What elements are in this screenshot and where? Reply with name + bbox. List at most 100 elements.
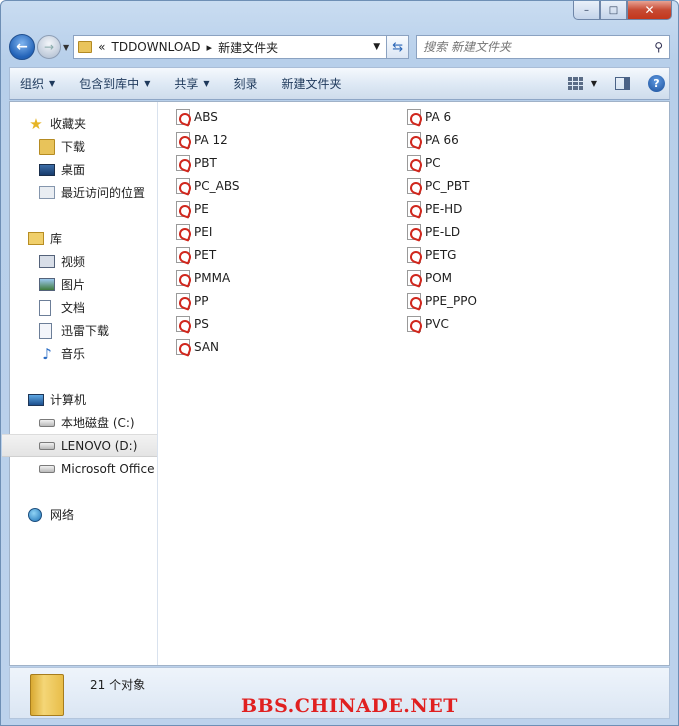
nav-item-downloads[interactable]: 下载 <box>10 135 157 158</box>
search-box[interactable]: ⚲ <box>416 35 670 59</box>
nav-item-microsoft-office[interactable]: Microsoft Office <box>10 457 157 480</box>
file-name: POM <box>425 271 453 285</box>
pdf-file-icon <box>407 293 421 309</box>
file-name: PMMA <box>194 271 231 285</box>
file-item[interactable]: PS <box>176 314 209 334</box>
file-item[interactable]: ABS <box>176 107 218 127</box>
item-count: 21 个对象 <box>90 678 146 692</box>
nav-group-libraries[interactable]: 库 <box>10 227 157 250</box>
organize-button[interactable]: 组织 ▼ <box>20 75 55 92</box>
file-item[interactable]: PMMA <box>176 268 230 288</box>
view-dropdown-icon[interactable]: ▼ <box>591 79 597 88</box>
file-item[interactable]: PEI <box>176 222 212 242</box>
refresh-button[interactable]: ⇆ <box>387 35 410 59</box>
nav-group-label: 网络 <box>50 508 75 522</box>
library-icon <box>28 232 44 245</box>
window-controls: – □ ✕ <box>573 1 672 20</box>
file-name: PC <box>425 156 441 170</box>
file-item[interactable]: PP <box>176 291 208 311</box>
back-button[interactable]: ← <box>9 34 35 60</box>
file-name: PE-HD <box>425 202 463 216</box>
navigation-bar: ← → ▼ « TDDOWNLOAD ▸ 新建文件夹 ▼ ⇆ ⚲ <box>9 31 670 63</box>
nav-group-computer[interactable]: 计算机 <box>10 388 157 411</box>
nav-item-pictures[interactable]: 图片 <box>10 273 157 296</box>
navigation-pane[interactable]: ★ 收藏夹 下载 桌面 最近访问的位置 库 视频 图片 文档 迅雷下载 ♪ 音乐 计… <box>2 102 158 665</box>
file-item[interactable]: PC_PBT <box>407 176 469 196</box>
file-name: PE-LD <box>425 225 461 239</box>
file-name: PETG <box>425 248 457 262</box>
minimize-button[interactable]: – <box>573 1 600 20</box>
search-icon[interactable]: ⚲ <box>654 40 663 54</box>
close-button[interactable]: ✕ <box>627 1 672 20</box>
file-item[interactable]: PPE_PPO <box>407 291 477 311</box>
file-item[interactable]: PETG <box>407 245 456 265</box>
address-dropdown-icon[interactable]: ▼ <box>373 42 380 52</box>
file-item[interactable]: PE-LD <box>407 222 460 242</box>
command-bar: 组织 ▼ 包含到库中 ▼ 共享 ▼ 刻录 新建文件夹 ▼ ? <box>9 67 670 100</box>
desktop-icon <box>39 163 55 176</box>
pdf-file-icon <box>176 224 190 240</box>
nav-item-videos[interactable]: 视频 <box>10 250 157 273</box>
file-item[interactable]: PC <box>407 153 441 173</box>
nav-item-desktop[interactable]: 桌面 <box>10 158 157 181</box>
nav-item-music[interactable]: ♪ 音乐 <box>10 342 157 365</box>
address-bar[interactable]: « TDDOWNLOAD ▸ 新建文件夹 ▼ <box>73 35 388 59</box>
file-item[interactable]: SAN <box>176 337 219 357</box>
file-item[interactable]: PC_ABS <box>176 176 239 196</box>
file-item[interactable]: PA 12 <box>176 130 228 150</box>
preview-pane-icon[interactable] <box>615 77 630 90</box>
file-item[interactable]: PET <box>176 245 216 265</box>
download-folder-icon <box>39 138 55 155</box>
chevron-down-icon: ▼ <box>144 79 151 88</box>
nav-group-favorites[interactable]: ★ 收藏夹 <box>10 112 157 135</box>
pdf-file-icon <box>407 178 421 194</box>
breadcrumb-separator-icon[interactable]: ▸ <box>207 41 213 54</box>
help-button[interactable]: ? <box>648 75 665 92</box>
hard-drive-icon <box>39 441 55 450</box>
document-icon <box>39 299 51 316</box>
file-name: PP <box>194 294 209 308</box>
file-item[interactable]: PE <box>176 199 209 219</box>
file-item[interactable]: PVC <box>407 314 449 334</box>
share-button[interactable]: 共享 ▼ <box>174 75 209 92</box>
pdf-file-icon <box>176 339 190 355</box>
file-list[interactable]: ABS PA 12 PBT PC_ABS PE PEI PET PMMA PP PS SAN PA 6… <box>158 102 669 665</box>
new-folder-button[interactable]: 新建文件夹 <box>282 75 342 92</box>
search-input[interactable] <box>423 40 655 54</box>
nav-item-recent-places[interactable]: 最近访问的位置 <box>10 181 157 204</box>
hard-drive-icon <box>39 464 55 473</box>
explorer-window: – □ ✕ ← → ▼ « TDDOWNLOAD ▸ 新建文件夹 ▼ ⇆ ⚲ 组… <box>0 0 679 726</box>
nav-group-network[interactable]: 网络 <box>10 503 157 526</box>
arrow-left-icon: ← <box>16 39 28 55</box>
chevron-down-icon: ▼ <box>49 79 56 88</box>
breadcrumb-item[interactable]: TDDOWNLOAD <box>112 40 201 54</box>
pdf-file-icon <box>407 155 421 171</box>
file-item[interactable]: PE-HD <box>407 199 462 219</box>
nav-item-drive-d[interactable]: LENOVO (D:) <box>2 434 157 457</box>
change-view-icon[interactable] <box>567 77 583 90</box>
include-in-library-button[interactable]: 包含到库中 ▼ <box>79 75 150 92</box>
nav-item-drive-c[interactable]: 本地磁盘 (C:) <box>10 411 157 434</box>
nav-item-documents[interactable]: 文档 <box>10 296 157 319</box>
file-item[interactable]: PA 66 <box>407 130 459 150</box>
file-item[interactable]: POM <box>407 268 452 288</box>
recent-pages-dropdown-icon[interactable]: ▼ <box>63 43 69 52</box>
library-folder-icon <box>39 322 52 339</box>
forward-button[interactable]: → <box>37 35 61 59</box>
file-name: ABS <box>194 110 218 124</box>
nav-item-label: 迅雷下载 <box>61 324 110 338</box>
file-item[interactable]: PA 6 <box>407 107 451 127</box>
breadcrumb-overflow-icon[interactable]: « <box>98 40 105 54</box>
maximize-button[interactable]: □ <box>600 1 627 20</box>
nav-item-label: LENOVO (D:) <box>61 438 138 453</box>
pdf-file-icon <box>176 247 190 263</box>
burn-button[interactable]: 刻录 <box>234 75 258 92</box>
file-name: PA 66 <box>425 133 459 147</box>
file-name: PS <box>194 317 209 331</box>
toolbar-right: ▼ ? <box>567 75 669 92</box>
file-item[interactable]: PBT <box>176 153 217 173</box>
nav-item-xunlei-downloads[interactable]: 迅雷下载 <box>10 319 157 342</box>
refresh-icon: ⇆ <box>392 39 404 55</box>
breadcrumb-item[interactable]: 新建文件夹 <box>218 39 278 56</box>
pdf-file-icon <box>176 201 190 217</box>
